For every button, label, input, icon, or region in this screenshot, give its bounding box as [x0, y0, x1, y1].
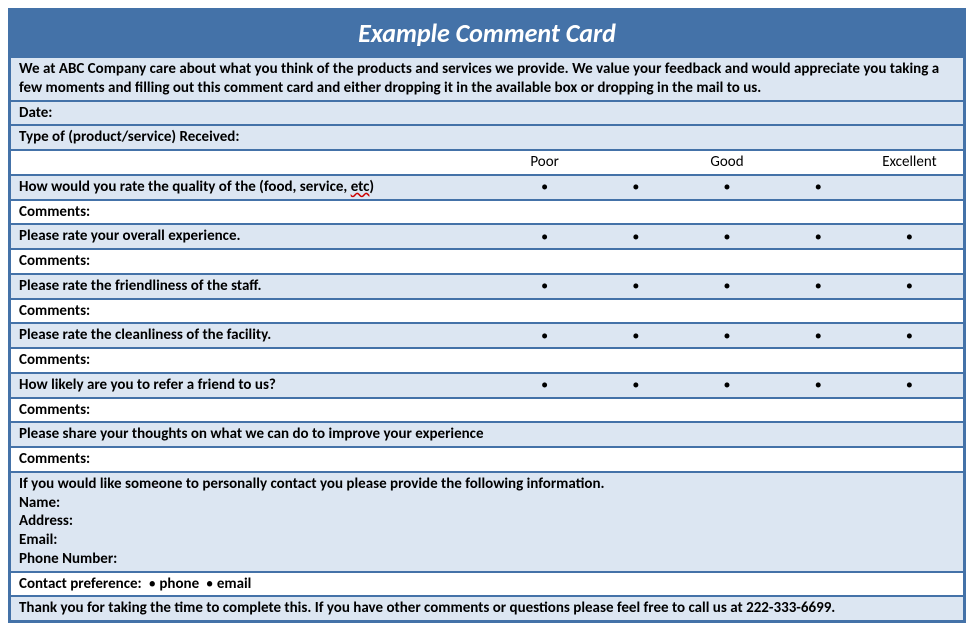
card-title: Example Comment Card: [11, 11, 963, 58]
rating-dot[interactable]: •: [864, 228, 955, 246]
contact-prompt: If you would like someone to personally …: [19, 475, 759, 494]
q1-suffix: ): [369, 178, 374, 196]
date-row: Date:: [11, 102, 963, 127]
question-cleanliness: Please rate the cleanliness of the facil…: [11, 324, 963, 349]
rating-dot[interactable]: •: [499, 277, 590, 295]
rating-dot[interactable]: •: [499, 376, 590, 394]
contact-address-label: Address:: [19, 512, 955, 531]
rating-dot[interactable]: •: [681, 277, 772, 295]
rating-dot[interactable]: •: [499, 178, 590, 196]
rating-dot[interactable]: •: [499, 327, 590, 345]
rating-dot[interactable]: •: [590, 376, 681, 394]
contact-name-label: Name:: [19, 494, 955, 513]
rating-dot[interactable]: •: [681, 376, 772, 394]
contact-email-label: Email:: [19, 531, 955, 550]
contact-preference-row: Contact preference: • phone • email: [11, 573, 963, 598]
question-referral: How likely are you to refer a friend to …: [11, 374, 963, 399]
preference-label: Contact preference:: [19, 575, 142, 593]
rating-dot[interactable]: •: [773, 228, 864, 246]
rating-dot[interactable]: •: [681, 327, 772, 345]
q2-label: Please rate your overall experience.: [19, 227, 499, 246]
rating-dot[interactable]: •: [773, 376, 864, 394]
preference-phone[interactable]: phone: [159, 575, 199, 593]
bullet-icon: •: [206, 575, 213, 593]
comments-row: Comments:: [11, 201, 963, 226]
improve-prompt: Please share your thoughts on what we ca…: [19, 425, 659, 444]
scale-excellent: Excellent: [864, 153, 955, 172]
preference-email[interactable]: email: [217, 575, 252, 593]
rating-dot[interactable]: •: [864, 277, 955, 295]
rating-dot[interactable]: •: [864, 376, 955, 394]
rating-dot[interactable]: •: [773, 277, 864, 295]
rating-dot[interactable]: •: [773, 178, 864, 196]
thank-you-row: Thank you for taking the time to complet…: [11, 597, 963, 620]
q1-prefix: How would you rate the quality of the (f…: [19, 178, 351, 196]
rating-dot[interactable]: •: [499, 228, 590, 246]
scale-good: Good: [681, 153, 772, 172]
q3-label: Please rate the friendliness of the staf…: [19, 277, 499, 296]
q1-etc: etc: [351, 178, 370, 196]
type-row: Type of (product/service) Received:: [11, 126, 963, 151]
improve-prompt-row: Please share your thoughts on what we ca…: [11, 423, 963, 448]
rating-dot[interactable]: •: [681, 228, 772, 246]
comment-card: Example Comment Card We at ABC Company c…: [8, 8, 966, 623]
rating-dot[interactable]: •: [864, 327, 955, 345]
rating-scale-header: Poor Good Excellent: [11, 151, 963, 176]
comments-row: Comments:: [11, 349, 963, 374]
comments-row: Comments:: [11, 250, 963, 275]
rating-dot[interactable]: •: [590, 327, 681, 345]
contact-info-section: If you would like someone to personally …: [11, 473, 963, 573]
rating-dot[interactable]: •: [681, 178, 772, 196]
comments-row: Comments:: [11, 300, 963, 325]
contact-phone-label: Phone Number:: [19, 550, 955, 569]
question-friendliness: Please rate the friendliness of the staf…: [11, 275, 963, 300]
rating-dot[interactable]: •: [590, 277, 681, 295]
intro-text: We at ABC Company care about what you th…: [11, 58, 963, 102]
rating-dot[interactable]: •: [590, 178, 681, 196]
rating-dot[interactable]: •: [773, 327, 864, 345]
q5-label: How likely are you to refer a friend to …: [19, 376, 499, 395]
bullet-icon: •: [148, 575, 155, 593]
comments-row: Comments:: [11, 448, 963, 473]
q4-label: Please rate the cleanliness of the facil…: [19, 326, 499, 345]
question-overall: Please rate your overall experience. • •…: [11, 225, 963, 250]
rating-dot[interactable]: •: [590, 228, 681, 246]
scale-poor: Poor: [499, 153, 590, 172]
comments-row: Comments:: [11, 399, 963, 424]
question-quality: How would you rate the quality of the (f…: [11, 176, 963, 201]
